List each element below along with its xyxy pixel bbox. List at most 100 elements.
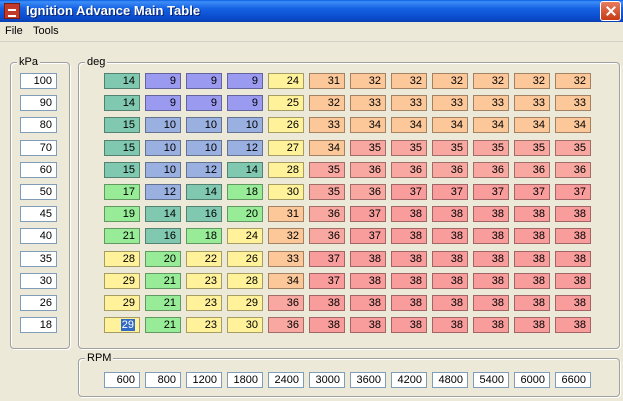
rpm-field[interactable]: 4800 <box>432 372 468 388</box>
table-cell[interactable]: 29 <box>104 273 140 289</box>
table-cell[interactable]: 38 <box>432 273 468 289</box>
table-cell[interactable]: 38 <box>514 251 550 267</box>
rpm-field[interactable]: 4200 <box>391 372 427 388</box>
table-cell[interactable]: 38 <box>473 228 509 244</box>
kpa-field[interactable]: 50 <box>20 184 57 200</box>
table-cell[interactable]: 29 <box>104 317 140 333</box>
table-cell[interactable]: 31 <box>309 73 345 89</box>
table-cell[interactable]: 14 <box>227 162 263 178</box>
table-cell[interactable]: 38 <box>473 251 509 267</box>
table-cell[interactable]: 38 <box>555 273 591 289</box>
table-cell[interactable]: 37 <box>350 228 386 244</box>
table-cell[interactable]: 17 <box>104 184 140 200</box>
table-cell[interactable]: 38 <box>555 295 591 311</box>
table-cell[interactable]: 34 <box>473 117 509 133</box>
rpm-field[interactable]: 3600 <box>350 372 386 388</box>
table-cell[interactable]: 28 <box>227 273 263 289</box>
table-cell[interactable]: 37 <box>555 184 591 200</box>
table-cell[interactable]: 36 <box>350 162 386 178</box>
table-cell[interactable]: 38 <box>473 317 509 333</box>
table-cell[interactable]: 37 <box>350 206 386 222</box>
table-cell[interactable]: 38 <box>555 228 591 244</box>
rpm-field[interactable]: 6000 <box>514 372 550 388</box>
table-cell[interactable]: 38 <box>391 251 427 267</box>
table-cell[interactable]: 9 <box>186 95 222 111</box>
table-cell[interactable]: 21 <box>145 317 181 333</box>
table-cell[interactable]: 32 <box>473 73 509 89</box>
table-cell[interactable]: 33 <box>514 95 550 111</box>
table-cell[interactable]: 14 <box>104 73 140 89</box>
rpm-field[interactable]: 5400 <box>473 372 509 388</box>
kpa-field[interactable]: 26 <box>20 295 57 311</box>
table-cell[interactable]: 9 <box>227 95 263 111</box>
table-cell[interactable]: 10 <box>227 117 263 133</box>
table-cell[interactable]: 34 <box>514 117 550 133</box>
table-cell[interactable]: 38 <box>432 228 468 244</box>
table-cell[interactable]: 20 <box>145 251 181 267</box>
table-cell[interactable]: 35 <box>555 140 591 156</box>
kpa-field[interactable]: 70 <box>20 140 57 156</box>
table-cell[interactable]: 10 <box>186 117 222 133</box>
kpa-field[interactable]: 80 <box>20 117 57 133</box>
table-cell[interactable]: 30 <box>268 184 304 200</box>
table-cell[interactable]: 30 <box>227 317 263 333</box>
table-cell[interactable]: 21 <box>145 273 181 289</box>
rpm-field[interactable]: 600 <box>104 372 140 388</box>
table-cell[interactable]: 37 <box>514 184 550 200</box>
table-cell[interactable]: 34 <box>350 117 386 133</box>
table-cell[interactable]: 24 <box>268 73 304 89</box>
table-cell[interactable]: 21 <box>145 295 181 311</box>
table-cell[interactable]: 38 <box>350 273 386 289</box>
table-cell[interactable]: 38 <box>350 251 386 267</box>
table-cell[interactable]: 38 <box>432 251 468 267</box>
table-cell[interactable]: 12 <box>186 162 222 178</box>
table-cell[interactable]: 38 <box>514 295 550 311</box>
table-cell[interactable]: 24 <box>227 228 263 244</box>
table-cell[interactable]: 35 <box>432 140 468 156</box>
table-cell[interactable]: 32 <box>309 95 345 111</box>
kpa-field[interactable]: 35 <box>20 251 57 267</box>
table-cell[interactable]: 34 <box>268 273 304 289</box>
table-cell[interactable]: 36 <box>391 162 427 178</box>
table-cell[interactable]: 34 <box>391 117 427 133</box>
table-cell[interactable]: 26 <box>227 251 263 267</box>
table-cell[interactable]: 37 <box>473 184 509 200</box>
table-cell[interactable]: 35 <box>350 140 386 156</box>
table-cell[interactable]: 15 <box>104 117 140 133</box>
table-cell[interactable]: 37 <box>309 251 345 267</box>
table-cell[interactable]: 38 <box>514 317 550 333</box>
table-cell[interactable]: 36 <box>309 228 345 244</box>
table-cell[interactable]: 36 <box>555 162 591 178</box>
table-cell[interactable]: 33 <box>555 95 591 111</box>
kpa-field[interactable]: 18 <box>20 317 57 333</box>
table-cell[interactable]: 36 <box>473 162 509 178</box>
table-cell[interactable]: 22 <box>186 251 222 267</box>
table-cell[interactable]: 35 <box>514 140 550 156</box>
rpm-field[interactable]: 1200 <box>186 372 222 388</box>
table-cell[interactable]: 36 <box>514 162 550 178</box>
table-cell[interactable]: 35 <box>309 184 345 200</box>
app-icon[interactable] <box>4 3 20 19</box>
table-cell[interactable]: 33 <box>350 95 386 111</box>
table-cell[interactable]: 28 <box>268 162 304 178</box>
kpa-field[interactable]: 90 <box>20 95 57 111</box>
table-cell[interactable]: 15 <box>104 140 140 156</box>
table-cell[interactable]: 18 <box>186 228 222 244</box>
table-cell[interactable]: 14 <box>145 206 181 222</box>
table-cell[interactable]: 29 <box>104 295 140 311</box>
table-cell[interactable]: 38 <box>514 228 550 244</box>
table-cell[interactable]: 12 <box>227 140 263 156</box>
table-cell[interactable]: 26 <box>268 117 304 133</box>
table-cell[interactable]: 14 <box>104 95 140 111</box>
kpa-field[interactable]: 100 <box>20 73 57 89</box>
table-cell[interactable]: 35 <box>309 162 345 178</box>
table-cell[interactable]: 31 <box>268 206 304 222</box>
kpa-field[interactable]: 60 <box>20 162 57 178</box>
table-cell[interactable]: 38 <box>432 206 468 222</box>
table-cell[interactable]: 38 <box>555 251 591 267</box>
rpm-field[interactable]: 800 <box>145 372 181 388</box>
table-cell[interactable]: 20 <box>227 206 263 222</box>
table-cell[interactable]: 32 <box>268 228 304 244</box>
table-cell[interactable]: 10 <box>145 140 181 156</box>
table-cell[interactable]: 32 <box>514 73 550 89</box>
